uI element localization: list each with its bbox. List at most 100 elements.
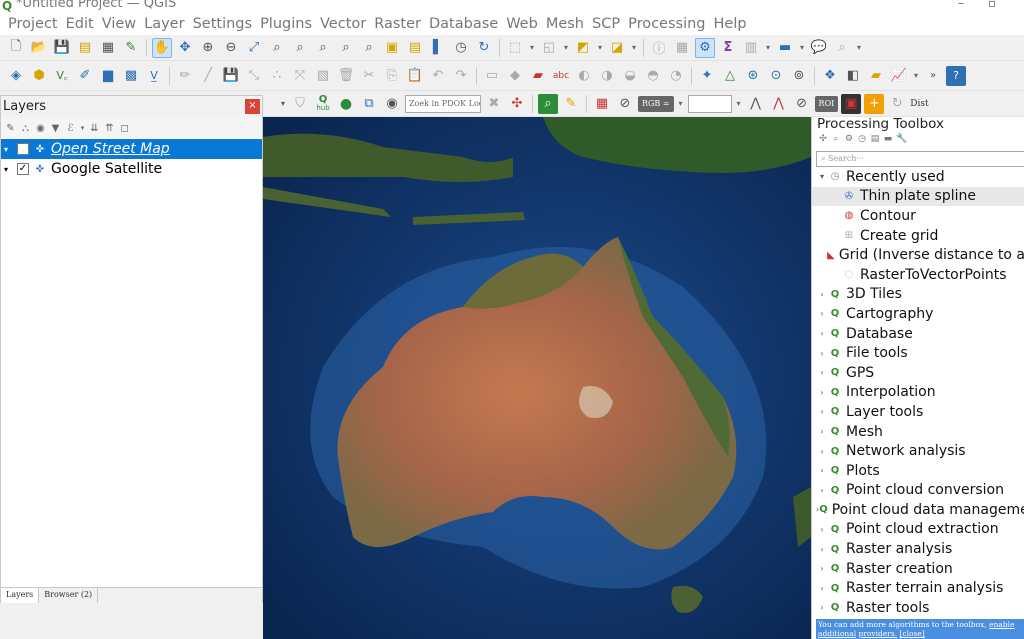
group-layer-tools[interactable]: › Q Layer tools	[812, 402, 1024, 422]
group-point-cloud-data-management[interactable]: › Q Point cloud data management	[812, 500, 1024, 520]
new-bookmark-icon[interactable]: ▣	[382, 38, 402, 58]
expand-arrow-icon[interactable]: ›	[816, 349, 828, 358]
temporal-controller-icon[interactable]: ◷	[451, 38, 471, 58]
rgb-composite-select[interactable]	[687, 94, 732, 113]
results-viewer-icon[interactable]: ▤	[870, 134, 880, 148]
layer-open-street-map[interactable]: ▾ ✜ Open Street Map	[1, 139, 262, 159]
models-icon[interactable]: ✣	[818, 134, 828, 148]
cut-features-icon[interactable]: ✂	[359, 66, 379, 86]
algorithm-raster-to-vector-points[interactable]: ◌ RasterToVectorPoints	[812, 265, 1024, 285]
local-cumulative-icon[interactable]: ⋀	[746, 94, 766, 114]
group-recently-used[interactable]: ▾ ◷ Recently used	[812, 167, 1024, 187]
add-raster-layer-icon[interactable]: ✐	[75, 66, 95, 86]
zoom-to-selection-icon[interactable]: ⌕	[267, 38, 287, 58]
add-wms-layer-icon[interactable]: ▩	[121, 66, 141, 86]
help-icon[interactable]: ?	[946, 65, 966, 86]
new-print-layout-icon[interactable]: ▤	[75, 38, 95, 58]
plugin-reloader-icon[interactable]: ◧	[843, 66, 863, 86]
expand-arrow-icon[interactable]: ›	[816, 309, 828, 318]
toolbar-overflow-icon[interactable]: »	[923, 66, 943, 86]
vertex-tool-icon[interactable]: ⤧	[290, 66, 310, 86]
delete-selected-icon[interactable]: 🗑	[336, 66, 356, 86]
map-tips-icon[interactable]: ▬	[775, 38, 795, 58]
add-roi-icon[interactable]: +	[864, 93, 885, 114]
processing-settings-icon[interactable]: ⚙	[695, 37, 715, 58]
algorithm-contour[interactable]: ◍ Contour	[812, 206, 1024, 226]
group-gps[interactable]: › Q GPS	[812, 363, 1024, 383]
algorithm-thin-plate-spline[interactable]: ✇ Thin plate spline	[812, 186, 1024, 207]
edit-tool-icon[interactable]: ✎	[561, 94, 581, 114]
manage-map-themes-icon[interactable]: ◉	[34, 123, 47, 134]
redo-roi-icon[interactable]: ↻	[887, 94, 907, 114]
menu-processing[interactable]: Processing	[624, 14, 709, 34]
filter-expression-icon[interactable]: ℰ	[64, 123, 77, 134]
pan-to-selection-icon[interactable]: ✥	[175, 38, 195, 58]
expand-arrow-icon[interactable]: ›	[816, 603, 828, 612]
layer-visibility-checkbox[interactable]	[17, 143, 29, 155]
filter-legend-icon[interactable]: ▼	[49, 123, 62, 134]
label-properties-icon[interactable]: ◔	[666, 66, 686, 86]
expand-arrow-icon[interactable]: ›	[816, 564, 828, 573]
menu-mesh[interactable]: Mesh	[542, 14, 588, 34]
dropdown-arrow-icon[interactable]: ▾	[562, 38, 570, 58]
menu-plugins[interactable]: Plugins	[256, 14, 316, 34]
zoom-native-icon[interactable]: ⌕	[313, 38, 333, 58]
group-point-cloud-conversion[interactable]: › Q Point cloud conversion	[812, 481, 1024, 501]
add-mesh-layer-icon[interactable]: ▆	[98, 66, 118, 86]
qgis-hub-icon[interactable]: Qhub	[313, 94, 333, 114]
edit-features-in-place-icon[interactable]: ▬	[883, 134, 893, 148]
undo-icon[interactable]: ↶	[428, 66, 448, 86]
menu-scp[interactable]: SCP	[588, 14, 624, 34]
new-project-icon[interactable]: 🗋	[6, 38, 26, 58]
menu-project[interactable]: Project	[4, 14, 62, 34]
annotation-icon[interactable]: 💬	[809, 38, 829, 58]
scp-dock-icon[interactable]: ▰	[866, 66, 886, 86]
algorithm-create-grid[interactable]: ⊞ Create grid	[812, 226, 1024, 246]
dropdown-arrow-icon[interactable]: ▾	[279, 94, 287, 114]
save-project-icon[interactable]: 💾	[52, 38, 72, 58]
show-hide-labels-icon[interactable]: abc	[551, 66, 571, 86]
style-manager-icon[interactable]: ✎	[121, 38, 141, 58]
zoom-next-icon[interactable]: ⌕	[359, 38, 379, 58]
dropdown-arrow-icon[interactable]: ▾	[912, 66, 920, 86]
close-banner-link[interactable]: [close]	[900, 629, 925, 638]
expand-arrow-icon[interactable]: ›	[816, 486, 828, 495]
pdok-services-icon[interactable]: ◉	[382, 94, 402, 114]
deselect-icon[interactable]: ◩	[573, 38, 593, 58]
zoom-roi-icon[interactable]: ⊘	[792, 94, 812, 114]
menu-vector[interactable]: Vector	[316, 14, 370, 34]
dropdown-arrow-icon[interactable]: ▾	[798, 38, 806, 58]
remove-layer-icon[interactable]: ◻	[118, 123, 131, 134]
geosearch-icon[interactable]: ⊛	[743, 66, 763, 86]
zoom-full-icon[interactable]: ⤢	[244, 38, 264, 58]
dropdown-arrow-icon[interactable]: ▾	[764, 38, 772, 58]
python-console-icon[interactable]: ❖	[820, 66, 840, 86]
add-feature-icon[interactable]: ∴	[267, 66, 287, 86]
menu-layer[interactable]: Layer	[140, 14, 188, 34]
menu-settings[interactable]: Settings	[189, 14, 256, 34]
search-area-icon[interactable]: ⌕	[538, 93, 558, 114]
profile-tool-icon[interactable]: △	[720, 66, 740, 86]
georeferencer-icon[interactable]: ⊙	[766, 66, 786, 86]
spatial-bookmark-icon[interactable]: ▌	[428, 38, 448, 58]
rotate-label-icon[interactable]: ◑	[597, 66, 617, 86]
processing-search-input[interactable]: ⌕ Search···	[816, 151, 1024, 167]
network-icon[interactable]: ✣	[507, 94, 527, 114]
algorithm-grid-inverse-distance[interactable]: ◣ Grid (Inverse distance to a	[812, 245, 1024, 265]
copy-layer-icon[interactable]: ⧉	[359, 94, 379, 114]
menu-raster[interactable]: Raster	[370, 14, 425, 34]
python-icon[interactable]: ⚙	[844, 134, 854, 148]
toggle-editing-icon[interactable]: ✏	[175, 66, 195, 86]
attribute-table-icon[interactable]: ▦	[672, 38, 692, 58]
expand-arrow-icon[interactable]: ▾	[1, 165, 11, 174]
save-edits-icon[interactable]: 💾	[221, 66, 241, 86]
layer-google-satellite[interactable]: ▾ ✓ ✜ Google Satellite	[1, 159, 262, 179]
zoom-last-icon[interactable]: ⌕	[336, 38, 356, 58]
group-raster-creation[interactable]: › Q Raster creation	[812, 559, 1024, 579]
pdok-search-input[interactable]: Zoek in PDOK Loc···	[405, 94, 481, 113]
select-by-value-icon[interactable]: ◱	[539, 38, 559, 58]
layer-visibility-checkbox[interactable]: ✓	[17, 163, 29, 175]
show-bookmarks-icon[interactable]: ▤	[405, 38, 425, 58]
maximize-icon[interactable]: ▫	[988, 0, 996, 9]
expand-arrow-icon[interactable]: ›	[816, 388, 828, 397]
